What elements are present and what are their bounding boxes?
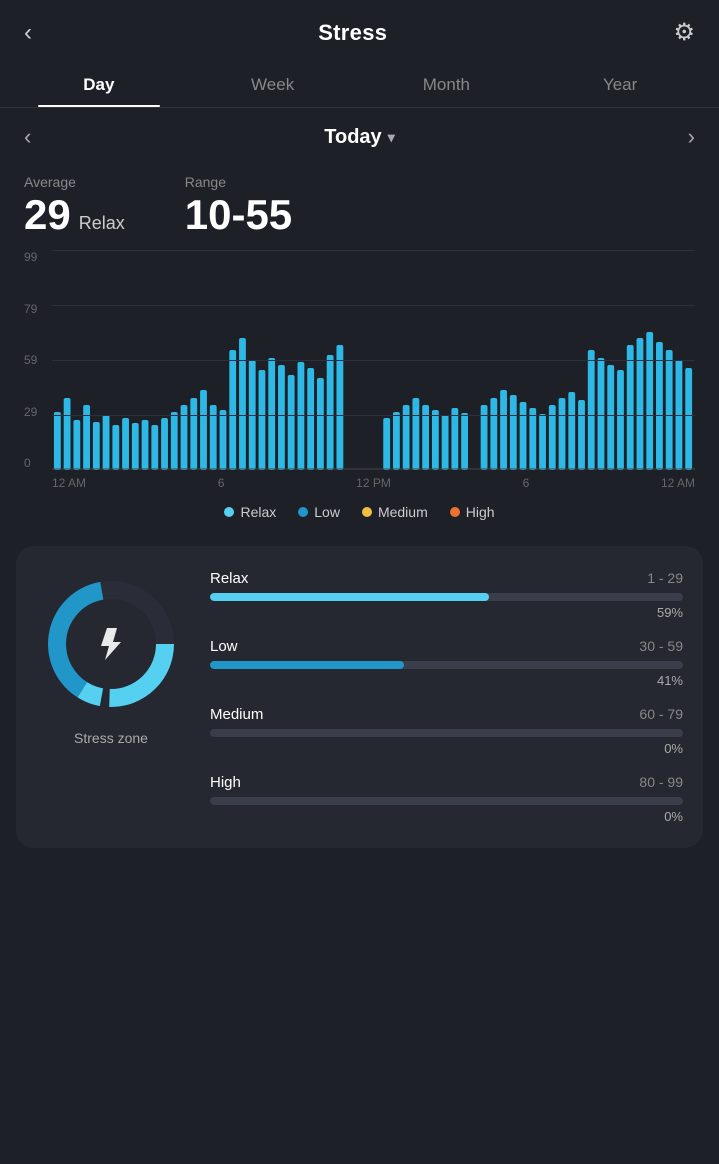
tab-week[interactable]: Week [186,61,360,107]
relax-bar-track [210,593,683,601]
medium-bar-track [210,729,683,737]
date-nav: ‹ Today ▾ › [0,108,719,166]
range-label: Range [185,174,292,190]
low-range: 30 - 59 [639,638,683,655]
average-unit: Relax [79,214,125,232]
average-stat: Average 29 Relax [24,174,125,236]
high-dot [450,507,460,517]
chart-container: 99 79 59 29 0 [0,240,719,494]
header: ‹ Stress ⚙ [0,0,719,61]
legend-medium: Medium [362,504,428,520]
medium-dot [362,507,372,517]
low-bar-fill [210,661,404,669]
legend-medium-label: Medium [378,504,428,520]
medium-pct: 0% [210,741,683,756]
relax-pct: 59% [210,605,683,620]
page-title: Stress [318,20,387,46]
relax-range: 1 - 29 [647,570,683,587]
stress-zone-label: Stress zone [74,730,148,746]
date-title[interactable]: Today ▾ [324,126,394,149]
high-range: 80 - 99 [639,774,683,791]
donut-chart [37,570,185,718]
low-name: Low [210,638,238,655]
stress-row-relax: Relax 1 - 29 59% [210,570,683,620]
low-dot [298,507,308,517]
legend-low: Low [298,504,340,520]
settings-button[interactable]: ⚙ [673,18,695,47]
prev-button[interactable]: ‹ [24,124,31,150]
stress-row-low: Low 30 - 59 41% [210,638,683,688]
tab-month[interactable]: Month [360,61,534,107]
next-button[interactable]: › [688,124,695,150]
dropdown-icon: ▾ [388,129,395,146]
high-bar-track [210,797,683,805]
relax-bar-fill [210,593,489,601]
donut-chart-wrap: Stress zone [36,570,186,746]
medium-range: 60 - 79 [639,706,683,723]
legend-high-label: High [466,504,495,520]
relax-name: Relax [210,570,248,587]
stress-zone-card: Stress zone Relax 1 - 29 59% Low 30 - 59… [16,546,703,848]
low-bar-track [210,661,683,669]
low-pct: 41% [210,673,683,688]
back-button[interactable]: ‹ [24,19,32,47]
legend-low-label: Low [314,504,340,520]
stress-bars: Relax 1 - 29 59% Low 30 - 59 41% Medium … [210,570,683,824]
legend-relax: Relax [224,504,276,520]
chart-grid [52,250,695,470]
stress-row-high: High 80 - 99 0% [210,774,683,824]
average-label: Average [24,174,125,190]
high-pct: 0% [210,809,683,824]
tabs-bar: Day Week Month Year [0,61,719,108]
relax-dot [224,507,234,517]
stress-row-medium: Medium 60 - 79 0% [210,706,683,756]
chart-x-labels: 12 AM 6 12 PM 6 12 AM [52,470,695,490]
average-value: 29 Relax [24,194,125,236]
legend-relax-label: Relax [240,504,276,520]
tab-year[interactable]: Year [533,61,707,107]
range-value: 10-55 [185,194,292,236]
stats-row: Average 29 Relax Range 10-55 [0,166,719,240]
chart-y-labels: 99 79 59 29 0 [24,250,37,470]
high-name: High [210,774,241,791]
chart-area [52,250,695,470]
tab-day[interactable]: Day [12,61,186,107]
medium-name: Medium [210,706,263,723]
chart-legend: Relax Low Medium High [0,494,719,538]
legend-high: High [450,504,495,520]
range-stat: Range 10-55 [185,174,292,236]
